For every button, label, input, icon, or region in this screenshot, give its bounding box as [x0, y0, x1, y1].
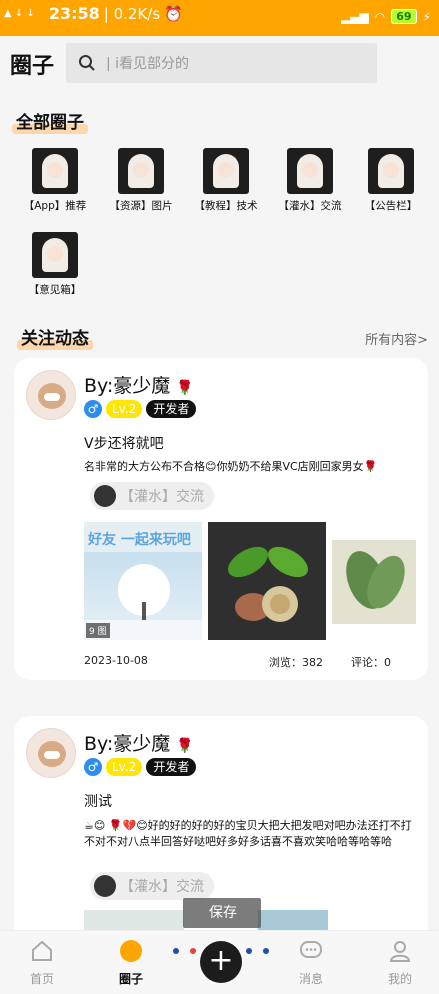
circle-feedback[interactable]: 【意见箱】 [12, 232, 98, 297]
save-button[interactable]: 保存 [183, 898, 261, 928]
circle-tag-avatar [94, 485, 116, 507]
circle-icon [120, 940, 142, 962]
avatar[interactable] [26, 728, 76, 778]
circle-thumbnail [203, 148, 249, 194]
message-icon [300, 941, 322, 958]
charging-icon: ⚡ [422, 9, 431, 24]
all-content-link[interactable]: 所有内容> [365, 329, 428, 348]
post-image[interactable] [84, 910, 184, 930]
alarm-icon: ⏰ [164, 4, 183, 23]
circle-label: 【意见箱】 [28, 284, 82, 296]
circle-tag[interactable]: 【灌水】交流 [90, 482, 214, 510]
svg-text:好友 一起来玩吧: 好友 一起来玩吧 [87, 531, 191, 548]
circle-thumbnail [118, 148, 164, 194]
dot [190, 948, 196, 954]
post-body: 名非常的大方公布不合格😊你奶奶不给果VC店刚回家男女🌹 [84, 460, 378, 473]
wifi-icon: ◠ [374, 9, 386, 24]
circle-label: 【公告栏】 [364, 200, 418, 212]
circle-label: 【资源】图片 [109, 200, 173, 212]
post-title: V步还将就吧 [84, 436, 164, 452]
circle-tag-label: 【灌水】交流 [120, 489, 204, 505]
notification-icon: ▲ ↓ ↓ [4, 8, 35, 19]
status-bar: ▲ ↓ ↓ 23:58 | 0.2K/s ⏰ ▂▄▆ ◠ 69 ⚡ [0, 0, 439, 36]
developer-badge: 开发者 [146, 400, 197, 418]
search-icon [79, 55, 95, 71]
circle-thumbnail [32, 148, 78, 194]
search-placeholder: | i看见部分的 [106, 56, 190, 72]
dot [263, 948, 269, 954]
post-image[interactable] [332, 540, 416, 624]
tab-label: 我的 [387, 972, 412, 986]
tab-label: 消息 [298, 972, 323, 986]
user-badges: ♂ Lv.2 开发者 [84, 400, 197, 418]
network-speed: | 0.2K/s [103, 4, 161, 23]
status-time: 23:58 [48, 4, 100, 23]
leaf-painting-image [346, 551, 405, 609]
level-badge: Lv.2 [106, 758, 143, 776]
all-circles-title: 全部圈子 [12, 108, 88, 134]
post-image[interactable] [208, 522, 326, 640]
circle-label: 【教程】技术 [194, 200, 258, 212]
profile-icon [389, 941, 411, 962]
avatar[interactable] [26, 370, 76, 420]
fruit-leaf-image [228, 546, 308, 622]
rose-icon: 🌹 [176, 380, 194, 396]
user-badges: ♂ Lv.2 开发者 [84, 758, 197, 776]
tab-home[interactable]: 首页 [12, 939, 72, 987]
page-title: 圈子 [7, 48, 59, 80]
post-views: 浏览：382 [269, 656, 323, 669]
rose-icon: 🌹 [176, 738, 194, 754]
circle-thumbnail [32, 232, 78, 278]
post-image[interactable]: 好友 一起来玩吧 9 图 [84, 522, 202, 640]
battery-icon: 69 [391, 9, 417, 24]
post-image[interactable] [258, 910, 328, 930]
dot [173, 948, 179, 954]
post-title: 测试 [84, 794, 112, 810]
search-input[interactable]: | i看见部分的 [66, 43, 377, 83]
circle-tag-label: 【灌水】交流 [120, 879, 204, 895]
circle-thumbnail [368, 148, 414, 194]
tab-messages[interactable]: 消息 [281, 939, 341, 987]
dot [246, 948, 252, 954]
circle-resources[interactable]: 【资源】图片 [98, 148, 184, 213]
circle-label: 【灌水】交流 [278, 200, 342, 212]
level-badge: Lv.2 [106, 400, 143, 418]
circle-thumbnail [287, 148, 333, 194]
home-icon [32, 940, 52, 961]
gender-badge: ♂ [84, 400, 102, 418]
author-name[interactable]: By:豪少魔 🌹 [84, 371, 194, 398]
developer-badge: 开发者 [146, 758, 197, 776]
post-date: 2023-10-08 [84, 654, 148, 667]
post-card[interactable]: By:豪少魔 🌹 ♂ Lv.2 开发者 V步还将就吧 名非常的大方公布不合格😊你… [14, 358, 428, 680]
circle-app[interactable]: 【App】推荐 [12, 148, 98, 213]
circle-tag-avatar [94, 875, 116, 897]
tab-label: 圈子 [118, 972, 143, 986]
header: 圈子 | i看见部分的 [0, 36, 439, 92]
image-count: 9 图 [86, 623, 110, 638]
circle-label: 【App】推荐 [23, 200, 87, 212]
post-body: ☕😊 🌹💔😊好的好的好的好的宝贝大把大把发吧对吧办法还打不打不对不对八点半回答好… [84, 819, 412, 848]
signal-icon: ▂▄▆ [341, 9, 369, 24]
tab-label: 首页 [29, 972, 54, 986]
circle-chat[interactable]: 【灌水】交流 [267, 148, 353, 213]
following-title: 关注动态 [17, 324, 93, 350]
tab-circles[interactable]: 圈子 [101, 939, 161, 987]
circle-tag[interactable]: 【灌水】交流 [90, 872, 214, 900]
gender-badge: ♂ [84, 758, 102, 776]
circle-tutorials[interactable]: 【教程】技术 [183, 148, 269, 213]
post-comments: 评论：0 [351, 656, 391, 669]
author-name[interactable]: By:豪少魔 🌹 [84, 729, 194, 756]
add-post-button[interactable]: + [200, 941, 242, 983]
circle-announcements[interactable]: 【公告栏】 [348, 148, 434, 213]
tab-profile[interactable]: 我的 [370, 939, 430, 987]
